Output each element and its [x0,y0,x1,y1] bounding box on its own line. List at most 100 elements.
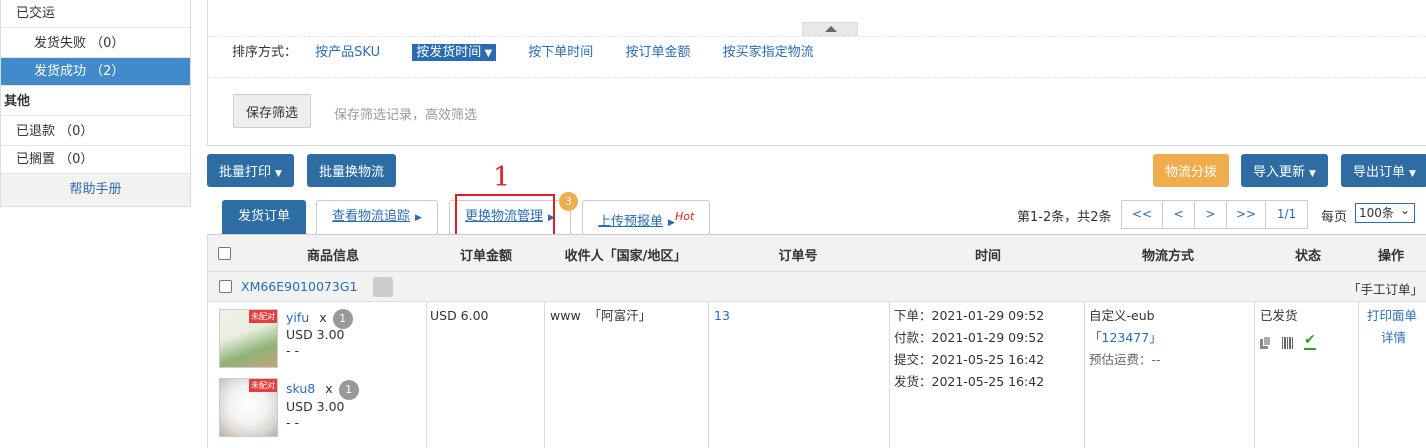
divider [426,302,427,448]
pager-info: 第1-2条，共2条 [1017,210,1112,225]
col-order-number: 订单号 [778,249,818,264]
sidebar-group-other: 其他 [1,88,190,116]
qty-x: x [325,381,333,396]
product-extra: - - [286,343,299,358]
copy-icon[interactable] [1260,336,1272,349]
sidebar-item-ship-failed[interactable]: 发货失败 （0） [1,30,190,58]
sidebar-item-ship-success[interactable]: 发货成功 （2） [1,58,190,86]
print-label-link[interactable]: 打印面单 [1367,305,1417,327]
order-group-header: XM66E9010073G1 「手工订单」 [208,272,1426,302]
pager-first-button[interactable]: << [1121,200,1163,229]
pager-next-button[interactable]: > [1194,200,1227,229]
order-status: 已发货 [1260,308,1298,323]
product-name-link[interactable]: yifu [286,310,309,325]
check-icon: ✔ [1304,332,1316,348]
product-item: sku8 x1 [286,378,359,400]
triangle-right-icon: ▶ [668,218,675,229]
sidebar-item-shipped[interactable]: 已交运 [1,0,190,28]
sidebar-help-link[interactable]: 帮助手册 [1,174,190,206]
divider [708,302,709,448]
divider [544,302,545,448]
time-paid: 付款：2021-01-29 09:52 [894,330,1045,345]
divider [1254,302,1255,448]
order-amount: USD 6.00 [430,308,489,323]
hot-label: Hot [674,210,695,223]
logistics-name: 自定义-eub [1089,308,1155,323]
batch-print-button[interactable]: 批量打印 ▼ [207,154,294,187]
order-tag-box[interactable] [373,277,393,297]
export-orders-button[interactable]: 导出订单 ▼ [1341,154,1426,187]
tab-view-tracking[interactable]: 查看物流追踪 ▶ [316,200,438,234]
sidebar-item-shelved[interactable]: 已搁置 （0） [1,146,190,174]
import-update-button[interactable]: 导入更新 ▼ [1241,154,1328,187]
annotation-number: 1 [493,162,511,193]
table-header: 商品信息 订单金额 收件人「国家/地区」 订单号 时间 物流方式 状态 操作 [208,234,1426,272]
time-ordered: 下单：2021-01-29 09:52 [894,308,1045,323]
divider [1084,302,1085,448]
caret-down-icon: ▼ [1309,169,1316,179]
sidebar: 已交运 发货失败 （0） 发货成功 （2） 其他 已退款 （0） 已搁置 （0）… [0,0,191,207]
col-recipient: 收件人「国家/地区」 [564,249,687,264]
col-status: 状态 [1294,249,1321,264]
product-name-link[interactable]: sku8 [286,381,315,396]
table-row: 未配对 yifu x1 USD 3.00 - - 未配对 sku8 x1 USD… [208,302,1426,448]
divider [1358,302,1359,448]
sort-by-buyer-logistics[interactable]: 按买家指定物流 [723,45,814,60]
col-order-amount: 订单金额 [459,249,512,264]
col-logistics: 物流方式 [1141,249,1194,264]
divider [208,36,1426,37]
col-product-info: 商品信息 [306,249,359,264]
per-page-select[interactable]: 100条 [1355,201,1415,223]
save-filter-button[interactable]: 保存筛选 [233,94,311,128]
tracking-number-link[interactable]: 「123477」 [1089,327,1162,349]
qty-x: x [319,310,327,325]
divider [889,302,890,448]
view-tracking-link[interactable]: 查看物流追踪 [332,209,410,224]
product-thumbnail[interactable]: 未配对 [219,378,278,437]
logistics-dispatch-button[interactable]: 物流分拨 [1153,154,1230,187]
time-submitted: 提交：2021-05-25 16:42 [894,352,1045,367]
col-actions: 操作 [1377,249,1404,264]
unmatched-badge: 未配对 [249,310,277,323]
order-id-link[interactable]: 13 [714,305,730,327]
annotation-highlight-box [455,194,555,238]
sort-options: 排序方式： 按产品SKU 按发货时间 按下单时间 按订单金额 按买家指定物流 [232,44,842,62]
sort-by-amount[interactable]: 按订单金额 [625,45,690,60]
upload-forecast-link[interactable]: 上传预报单 [598,214,663,229]
caret-down-icon: ▼ [1409,169,1416,179]
pager-last-button[interactable]: >> [1226,200,1266,229]
sort-by-order-time[interactable]: 按下单时间 [528,45,593,60]
product-thumbnail[interactable]: 未配对 [219,309,278,368]
time-shipped: 发货：2021-05-25 16:42 [894,374,1045,389]
pager-prev-button[interactable]: < [1162,200,1195,229]
sort-by-ship-time[interactable]: 按发货时间 [412,44,497,61]
per-page-label: 每页 [1321,210,1348,225]
orders-table: 商品信息 订单金额 收件人「国家/地区」 订单号 时间 物流方式 状态 操作 X… [207,234,1426,448]
manual-order-tag: 「手工订单」 [1347,282,1423,297]
detail-link[interactable]: 详情 [1381,327,1406,349]
caret-down-icon: ▼ [275,169,282,179]
estimated-fee: 预估运费：-- [1089,352,1161,367]
recipient: www 「阿富汗」 [550,308,652,323]
col-time: 时间 [974,249,1001,264]
filter-panel: 排序方式： 按产品SKU 按发货时间 按下单时间 按订单金额 按买家指定物流 保… [207,0,1426,146]
tab-upload-forecast[interactable]: 上传预报单 ▶Hot [582,200,711,234]
sort-label: 排序方式： [232,45,298,60]
barcode-icon[interactable] [1282,337,1294,349]
select-all-checkbox[interactable] [218,247,231,260]
product-extra: - - [286,415,299,430]
sidebar-item-refunded[interactable]: 已退款 （0） [1,118,190,146]
sort-by-sku[interactable]: 按产品SKU [315,45,380,60]
triangle-right-icon: ▶ [415,213,422,223]
pager-current-page: 1/1 [1265,200,1308,229]
order-checkbox[interactable] [219,280,232,293]
tab-ship-orders[interactable]: 发货订单 [222,200,307,234]
quantity-badge: 1 [338,380,359,400]
collapse-toggle[interactable] [802,22,858,36]
unmatched-badge: 未配对 [249,379,277,392]
check-underline [1304,348,1316,350]
batch-change-logistics-button[interactable]: 批量换物流 [307,154,397,187]
order-number-link[interactable]: XM66E9010073G1 [241,279,357,294]
save-filter-hint: 保存筛选记录，高效筛选 [334,108,478,123]
tab-count-badge: 3 [559,192,578,211]
